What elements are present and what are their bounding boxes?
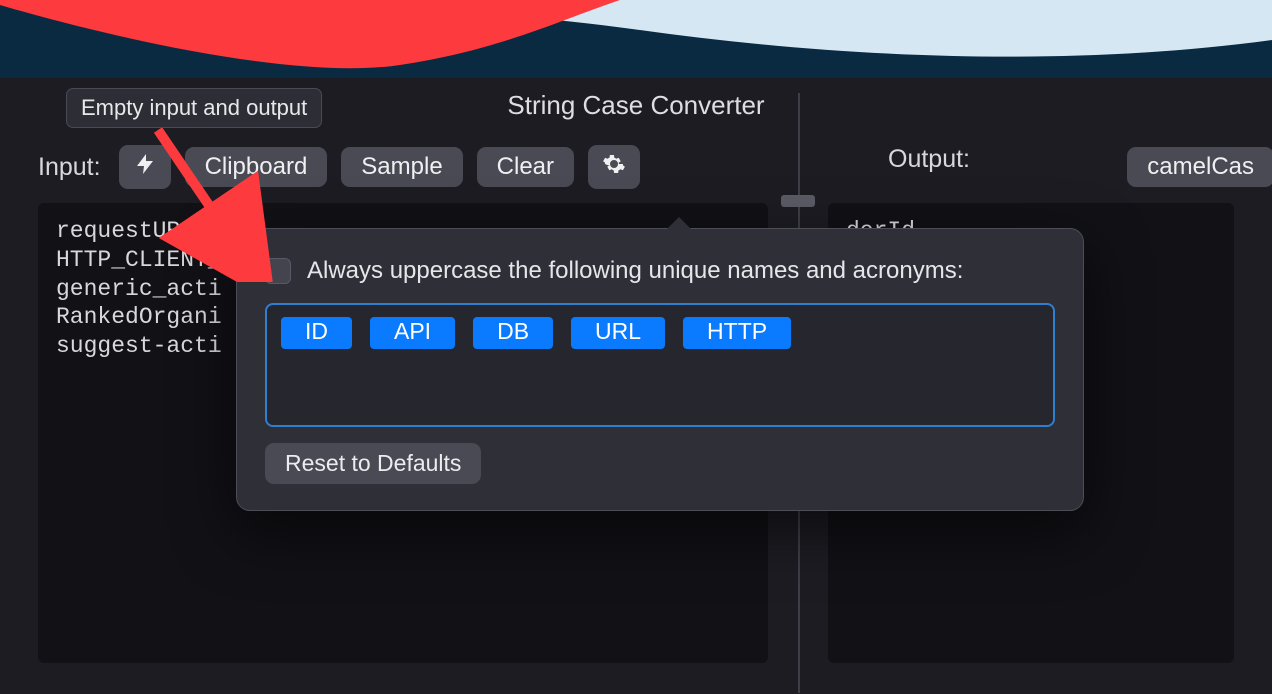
clear-button[interactable]: Clear <box>477 147 574 187</box>
reset-defaults-button[interactable]: Reset to Defaults <box>265 443 481 484</box>
acronym-token[interactable]: HTTP <box>683 317 791 349</box>
clipboard-button[interactable]: Clipboard <box>185 147 328 187</box>
settings-button[interactable] <box>588 145 640 189</box>
acronym-token[interactable]: DB <box>473 317 553 349</box>
sample-button[interactable]: Sample <box>341 147 462 187</box>
acronym-token-field[interactable]: ID API DB URL HTTP <box>265 303 1055 427</box>
uppercase-acronyms-checkbox[interactable] <box>265 258 291 284</box>
acronym-token[interactable]: URL <box>571 317 665 349</box>
output-label: Output: <box>888 145 970 174</box>
drag-handle-icon[interactable] <box>781 195 815 207</box>
gear-icon <box>602 152 626 183</box>
auto-paste-button[interactable] <box>119 145 171 189</box>
uppercase-acronyms-label: Always uppercase the following unique na… <box>307 257 963 285</box>
toolbar: Input: Clipboard Sample Clear Output: ca… <box>0 145 1272 203</box>
lightning-icon <box>133 152 157 183</box>
wallpaper-banner <box>0 0 1272 78</box>
acronym-token[interactable]: API <box>370 317 455 349</box>
acronym-token[interactable]: ID <box>281 317 352 349</box>
input-label: Input: <box>38 153 101 182</box>
case-mode-selector[interactable]: camelCas <box>1127 147 1272 187</box>
settings-popover: Always uppercase the following unique na… <box>236 228 1084 511</box>
tooltip-empty-io: Empty input and output <box>66 88 322 128</box>
